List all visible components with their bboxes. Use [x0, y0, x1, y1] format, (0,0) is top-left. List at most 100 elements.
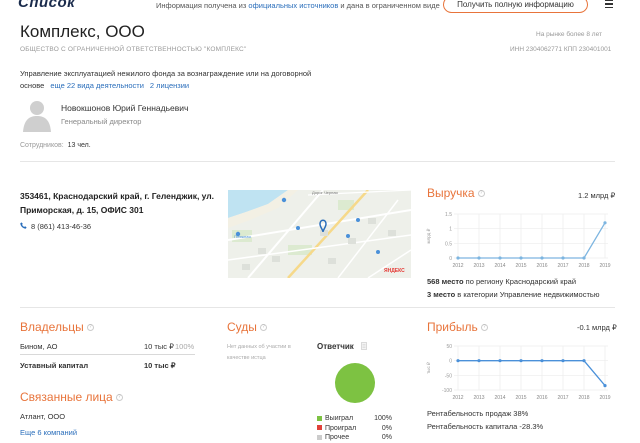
location-map[interactable]: Дорог Черная Пляжная ЯНДЕКС — [228, 190, 411, 278]
data-point[interactable] — [498, 256, 502, 260]
info-notice: Информация получена из официальных источ… — [156, 1, 440, 10]
legend-label: Прочее — [325, 434, 350, 441]
more-companies-link[interactable]: Еще 6 компаний — [20, 428, 77, 437]
x-tick-label: 2016 — [536, 395, 547, 401]
data-point[interactable] — [456, 256, 460, 260]
owner-name[interactable]: Бином, АО — [20, 342, 57, 351]
x-tick-label: 2013 — [473, 263, 484, 269]
related-title: Связанные лица? — [20, 390, 123, 404]
pie-slice[interactable] — [335, 363, 375, 403]
data-point[interactable] — [603, 384, 607, 388]
related-title-text: Связанные лица — [20, 390, 113, 404]
data-point[interactable] — [540, 359, 544, 363]
x-tick-label: 2017 — [557, 263, 568, 269]
get-full-info-button[interactable]: Получить полную информацию — [443, 0, 588, 13]
revenue-title: Выручка? — [427, 186, 485, 200]
legend-swatch — [317, 434, 322, 440]
rank-region-value: 568 место — [427, 277, 464, 286]
y-tick-label: 0.5 — [445, 241, 452, 247]
document-icon[interactable] — [361, 342, 367, 350]
courts-pie-chart — [335, 363, 375, 403]
help-icon[interactable]: ? — [259, 324, 267, 332]
employees-value: 13 чел. — [67, 142, 91, 149]
capital-label: Уставный капитал — [20, 361, 89, 370]
related-item[interactable]: Атлант, ООО — [20, 412, 65, 421]
menu-icon[interactable] — [605, 0, 613, 9]
data-point[interactable] — [477, 256, 481, 260]
x-tick-label: 2017 — [557, 395, 568, 401]
y-tick-label: 1 — [449, 227, 452, 233]
rank-category-text: в категории Управление недвижимостью — [457, 290, 600, 299]
avatar-icon — [23, 101, 51, 132]
legend-swatch — [317, 425, 322, 431]
profit-title: Прибыль? — [427, 320, 488, 334]
inn-kpp: ИНН 2304062771 КПП 230401001 — [510, 46, 612, 53]
revenue-rank-category: 3 место в категории Управление недвижимо… — [427, 290, 599, 299]
official-sources-link[interactable]: официальных источников — [248, 1, 338, 10]
data-point[interactable] — [519, 359, 523, 363]
y-axis-label: млрд ₽ — [426, 227, 431, 243]
x-tick-label: 2013 — [473, 395, 484, 401]
revenue-value: 1.2 млрд ₽ — [578, 191, 616, 200]
site-logo[interactable]: Список — [18, 0, 75, 11]
sales-profitability: Рентабельность продаж 38% — [427, 409, 529, 418]
address: 353461, Краснодарский край, г. Геленджик… — [20, 191, 215, 215]
owner-share-value: 10 тыс ₽ — [144, 342, 174, 351]
data-point[interactable] — [498, 359, 502, 363]
rank-region-text: по региону Краснодарский край — [465, 277, 577, 286]
x-tick-label: 2015 — [515, 263, 526, 269]
legend-label: Проиграл — [325, 424, 357, 432]
company-full-name: ОБЩЕСТВО С ОГРАНИЧЕННОЙ ОТВЕТСТВЕННОСТЬЮ… — [20, 46, 247, 53]
director-name[interactable]: Новокшонов Юрий Геннадьевич — [61, 103, 188, 113]
courts-title-text: Суды — [227, 320, 257, 334]
map-logo: ЯНДЕКС — [384, 268, 405, 274]
y-tick-label: -100 — [442, 388, 452, 394]
legend-value: 0% — [381, 434, 392, 441]
data-point[interactable] — [456, 359, 460, 363]
phone[interactable]: 8 (861) 413-46-36 — [20, 222, 91, 231]
market-years: На рынке более 8 лет — [536, 31, 602, 38]
x-tick-label: 2015 — [515, 395, 526, 401]
legend-item: Проиграл 0% — [317, 424, 392, 434]
y-tick-label: 50 — [446, 344, 452, 350]
help-icon[interactable]: ? — [86, 324, 94, 332]
help-icon[interactable]: ? — [477, 190, 485, 198]
capital-value: 10 тыс ₽ — [144, 361, 176, 370]
svg-text:Дорог Черная: Дорог Черная — [312, 190, 338, 195]
help-icon[interactable]: ? — [115, 394, 123, 402]
data-point[interactable] — [540, 256, 544, 260]
legend-value: 100% — [374, 415, 392, 422]
info-suffix: и дана в ограниченном виде — [340, 1, 440, 10]
revenue-title-text: Выручка — [427, 186, 475, 200]
phone-number: 8 (861) 413-46-36 — [31, 222, 92, 231]
x-tick-label: 2018 — [578, 263, 589, 269]
courts-role[interactable]: Ответчик — [317, 342, 354, 351]
data-point[interactable] — [477, 359, 481, 363]
owners-title-text: Владельцы — [20, 320, 84, 334]
divider — [20, 307, 615, 308]
licenses-link[interactable]: 2 лицензии — [150, 81, 189, 90]
data-point[interactable] — [603, 221, 607, 225]
data-point[interactable] — [582, 359, 586, 363]
legend-item: Выиграл 100% — [317, 414, 392, 424]
x-tick-label: 2018 — [578, 395, 589, 401]
owner-share-percent: 100% — [175, 342, 195, 351]
x-tick-label: 2012 — [452, 263, 463, 269]
data-point[interactable] — [561, 359, 565, 363]
data-point[interactable] — [582, 256, 586, 260]
main-activity: Управление эксплуатацией нежилого фонда … — [20, 68, 320, 92]
revenue-rank-region: 568 место по региону Краснодарский край — [427, 277, 576, 286]
more-activities-link[interactable]: еще 22 вида деятельности — [50, 81, 144, 90]
data-point[interactable] — [561, 256, 565, 260]
divider — [20, 354, 195, 355]
profit-title-text: Прибыль — [427, 320, 478, 334]
y-tick-label: -50 — [445, 373, 452, 379]
employees: Сотрудников: 13 чел. — [20, 142, 91, 149]
y-tick-label: 0 — [449, 359, 452, 365]
info-prefix: Информация получена из — [156, 1, 247, 10]
x-tick-label: 2019 — [599, 395, 610, 401]
owners-title: Владельцы? — [20, 320, 94, 334]
help-icon[interactable]: ? — [480, 324, 488, 332]
data-point[interactable] — [519, 256, 523, 260]
legend-item: Прочее 0% — [317, 433, 392, 443]
